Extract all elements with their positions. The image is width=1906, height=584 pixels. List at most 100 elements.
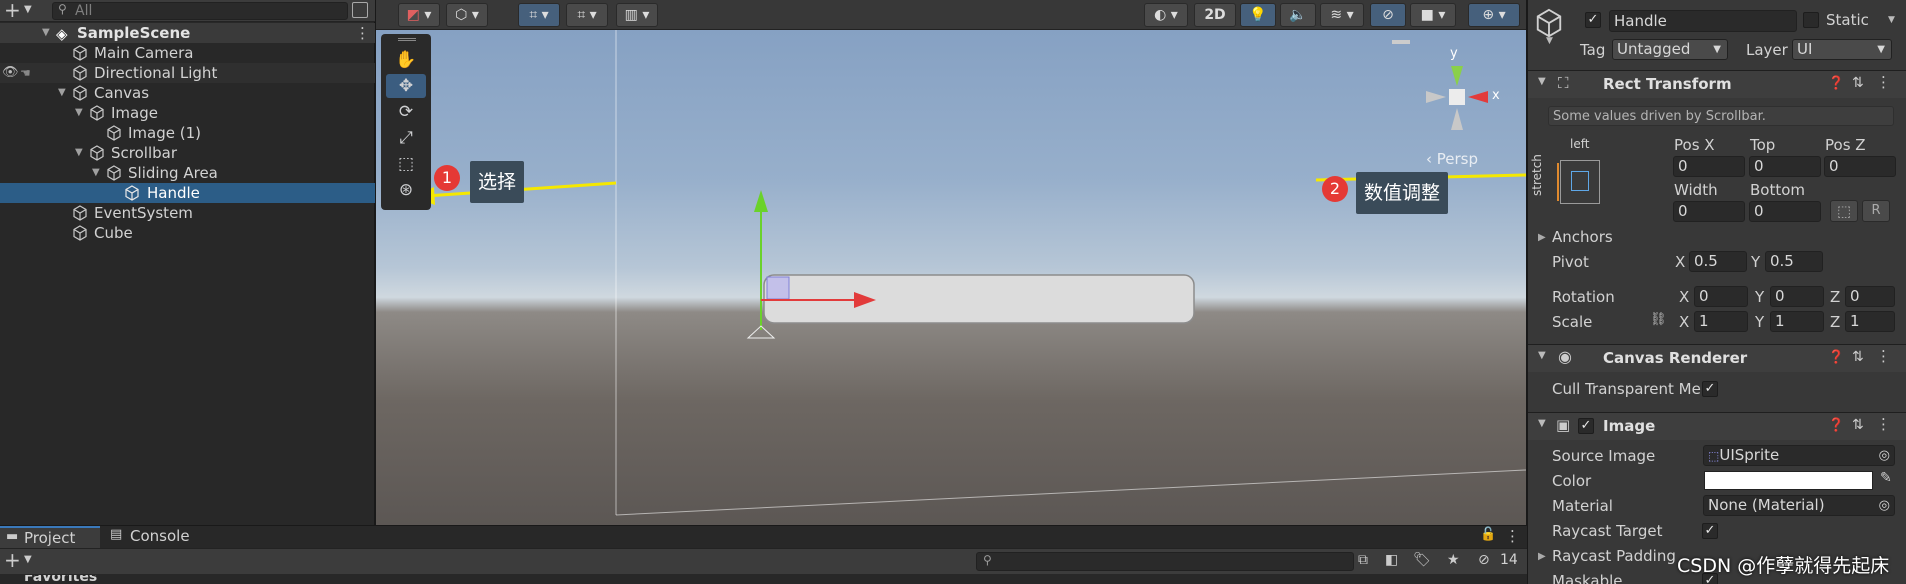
scene-camera-dropdown[interactable]: ◐ ▾ (1144, 3, 1188, 27)
image-component-header[interactable]: ▼ ▣ ✓ Image ❓ ⇅ ⋮ (1528, 412, 1906, 440)
active-checkbox[interactable]: ✓ (1585, 12, 1601, 28)
pivot-x-field[interactable]: 0.5 (1689, 251, 1747, 272)
hierarchy-row-image[interactable]: ▼ Image (0, 103, 375, 123)
pivot-y-field[interactable]: 0.5 (1765, 251, 1823, 272)
orientation-gizmo-center[interactable] (1449, 89, 1465, 105)
transform-tool-button[interactable]: ⊛ (386, 178, 426, 202)
scale-x-field[interactable]: 1 (1694, 311, 1748, 332)
hidden-objects-toggle[interactable]: ⊘ (1370, 3, 1406, 27)
foldout-arrow-icon[interactable]: ▶ (1538, 551, 1546, 562)
drag-handle-icon[interactable] (1392, 40, 1410, 44)
expand-arrow-icon[interactable]: ▼ (75, 143, 83, 163)
gizmos-dropdown[interactable]: ⊕ ▾ (1468, 3, 1520, 27)
filter-type-icon[interactable]: ◧ (1385, 552, 1398, 568)
hierarchy-row-canvas[interactable]: ▼ Canvas (0, 83, 375, 103)
add-icon[interactable]: + (4, 0, 21, 22)
rotation-z-field[interactable]: 0 (1845, 286, 1895, 307)
anchors-label[interactable]: Anchors (1552, 228, 1613, 246)
hierarchy-row-eventsystem[interactable]: EventSystem (0, 203, 375, 223)
foldout-arrow-icon[interactable]: ▼ (1538, 76, 1546, 87)
image-enabled-checkbox[interactable]: ✓ (1578, 418, 1594, 434)
expand-arrow-icon[interactable]: ▼ (58, 83, 66, 103)
favorite-star-icon[interactable]: ★ (1447, 552, 1460, 568)
render-mode-dropdown[interactable]: ⬡ ▾ (446, 3, 488, 27)
gameobject-name-field[interactable]: Handle (1609, 10, 1797, 32)
tab-console[interactable]: ▤ Console (104, 526, 204, 548)
expand-arrow-icon[interactable]: ▼ (92, 163, 100, 183)
raycast-padding-label[interactable]: Raycast Padding (1552, 547, 1676, 565)
pickable-hand-icon[interactable]: ☚ (20, 63, 31, 83)
help-icon[interactable]: ❓ (1828, 76, 1844, 91)
width-field[interactable]: 0 (1673, 201, 1745, 222)
object-picker-icon[interactable]: ◎ (1879, 446, 1890, 465)
top-field[interactable]: 0 (1749, 156, 1821, 177)
component-menu-icon[interactable]: ⋮ (1876, 415, 1891, 433)
dropdown-arrow-icon[interactable]: ▼ (24, 554, 32, 565)
effects-dropdown[interactable]: ≋ ▾ (1320, 3, 1364, 27)
hierarchy-row-main-camera[interactable]: Main Camera (0, 43, 375, 63)
foldout-arrow-icon[interactable]: ▼ (1538, 350, 1546, 361)
hierarchy-row-directional-light[interactable]: 👁 ☚ Directional Light (0, 63, 375, 83)
tag-dropdown[interactable]: Untagged ▼ (1612, 39, 1728, 60)
object-picker-icon[interactable]: ◎ (1879, 496, 1890, 515)
hierarchy-row-scene[interactable]: ▼ ◈ SampleScene ⋮ (0, 23, 375, 43)
rotate-tool-button[interactable]: ⟳ (386, 100, 426, 124)
snap-increment-button[interactable]: ⌗ ▾ (566, 3, 608, 27)
audio-toggle-button[interactable]: 🔈 (1280, 3, 1316, 27)
foldout-arrow-icon[interactable]: ▶ (1538, 232, 1546, 243)
camera-settings-dropdown[interactable]: ■ ▾ (1410, 3, 1456, 27)
more-options-icon[interactable]: ⋮ (1505, 527, 1520, 545)
scale-y-field[interactable]: 1 (1770, 311, 1824, 332)
orientation-gizmo-x[interactable] (1468, 91, 1488, 103)
projection-label[interactable]: ‹ Persp (1426, 150, 1478, 168)
rotation-x-field[interactable]: 0 (1694, 286, 1748, 307)
static-dropdown-icon[interactable]: ▼ (1888, 15, 1895, 25)
foldout-arrow-icon[interactable]: ▼ (1538, 418, 1546, 429)
rotation-y-field[interactable]: 0 (1770, 286, 1824, 307)
cull-transparent-checkbox[interactable]: ✓ (1702, 381, 1718, 397)
hierarchy-row-image-1[interactable]: Image (1) (0, 123, 375, 143)
static-checkbox[interactable] (1803, 12, 1819, 28)
canvas-renderer-header[interactable]: ▼ ◉ Canvas Renderer ❓ ⇅ ⋮ (1528, 344, 1906, 372)
hierarchy-row-scrollbar[interactable]: ▼ Scrollbar (0, 143, 375, 163)
add-icon[interactable]: + (4, 548, 21, 572)
eyedropper-icon[interactable]: ✎ (1880, 470, 1892, 486)
favorites-row[interactable]: Favorites (0, 575, 140, 584)
expand-arrow-icon[interactable]: ▼ (75, 103, 83, 123)
scene-view[interactable]: y x ‹ Persp 1 选择 2 数值调整 (376, 30, 1526, 525)
source-image-field[interactable]: ⬚UISprite ◎ (1703, 445, 1895, 466)
rect-transform-header[interactable]: ▼ ⛶ Rect Transform ❓ ⇅ ⋮ (1528, 70, 1906, 98)
orientation-gizmo-neg-x[interactable] (1426, 91, 1446, 103)
grid-visibility-button[interactable]: ▥ ▾ (616, 3, 658, 27)
expand-arrow-icon[interactable]: ▼ (42, 23, 50, 43)
more-options-icon[interactable]: ⋮ (355, 23, 370, 43)
pos-x-field[interactable]: 0 (1673, 156, 1745, 177)
lighting-toggle-button[interactable]: 💡 (1240, 3, 1276, 27)
scale-z-field[interactable]: 1 (1845, 311, 1895, 332)
tab-project[interactable]: ▬ Project (0, 526, 100, 548)
hierarchy-row-sliding-area[interactable]: ▼ Sliding Area (0, 163, 375, 183)
color-swatch[interactable] (1704, 471, 1873, 490)
presets-icon[interactable]: ⇅ (1852, 349, 1864, 365)
icon-dropdown-arrow-icon[interactable]: ▼ (1546, 36, 1553, 46)
move-tool-button[interactable]: ✥ (386, 74, 426, 98)
pos-z-field[interactable]: 0 (1824, 156, 1896, 177)
visibility-eye-icon[interactable]: 👁 (2, 63, 19, 83)
move-gizmo-y-arrow[interactable] (754, 190, 768, 212)
rect-tool-button[interactable]: ⬚ (386, 152, 426, 176)
help-icon[interactable]: ❓ (1828, 418, 1844, 433)
scale-tool-button[interactable]: ⤢ (386, 126, 426, 150)
draw-mode-dropdown[interactable]: ◩ ▾ (398, 3, 440, 27)
orientation-gizmo-y[interactable] (1451, 66, 1463, 86)
raw-edit-button[interactable]: R (1862, 200, 1890, 222)
component-menu-icon[interactable]: ⋮ (1876, 73, 1891, 91)
label-tag-icon[interactable]: 🏷 (1413, 552, 1431, 568)
orientation-gizmo-neg-y[interactable] (1451, 108, 1463, 130)
presets-icon[interactable]: ⇅ (1852, 417, 1864, 433)
constrain-proportions-icon[interactable]: ⛓ (1650, 312, 1667, 327)
material-field[interactable]: None (Material) ◎ (1703, 495, 1895, 516)
dropdown-arrow-icon[interactable]: ▼ (24, 4, 32, 15)
help-icon[interactable]: ❓ (1828, 350, 1844, 365)
hand-tool-button[interactable]: ✋ (386, 48, 426, 72)
hierarchy-row-handle[interactable]: Handle (0, 183, 375, 203)
